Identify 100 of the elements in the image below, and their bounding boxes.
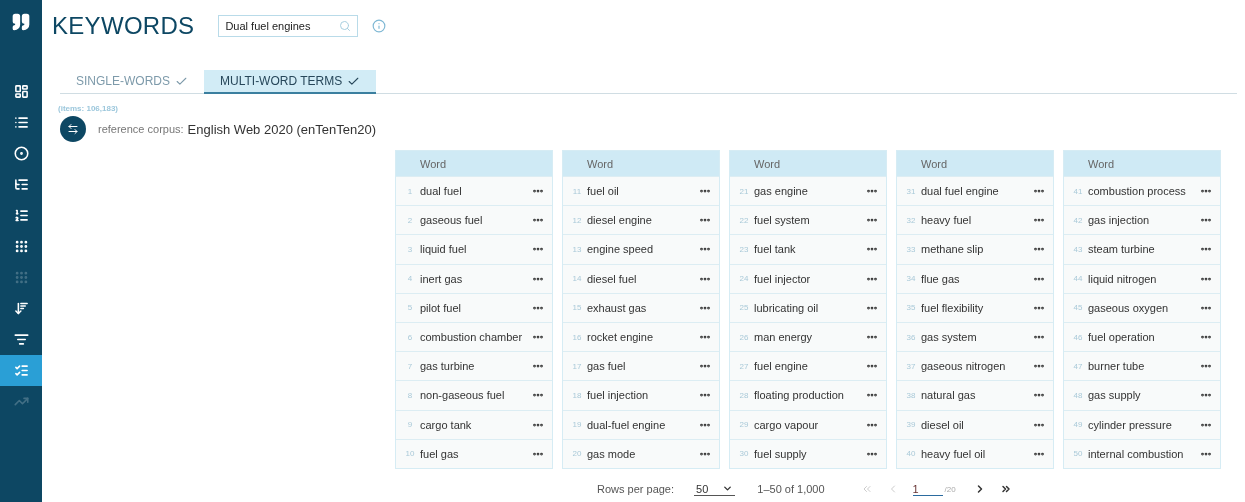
column-header: Word [396,151,552,176]
row-number: 32 [905,215,917,225]
row-number: 28 [738,390,750,400]
row-number: 31 [905,186,917,196]
swap-icon [67,123,79,135]
keyword: fuel injection [587,389,650,402]
row-number: 5 [406,303,414,313]
row-number: 12 [571,215,583,225]
swap-button[interactable] [60,116,86,142]
column-header: Word [897,151,1053,176]
row-number: 47 [1072,361,1084,371]
column-header: Word [563,151,719,176]
row-number: 46 [1072,332,1084,342]
row-number: 11 [571,186,583,196]
keyword: engine speed [587,243,655,256]
keyword: combustion process [1088,185,1187,198]
row-number: 49 [1072,420,1084,430]
row-number: 38 [905,390,917,400]
row-number: 37 [905,361,917,371]
keyword: gaseous oxygen [1088,301,1170,314]
keyword: gas injection [1088,214,1151,227]
row-number: 41 [1072,186,1084,196]
rows-per-page-label: Rows per page: [597,483,675,496]
row-number: 39 [905,420,917,430]
keyword: dual-fuel engine [587,418,667,431]
row-number: 15 [571,303,583,313]
logo-icon [11,12,31,32]
keyword: fuel supply [754,447,808,460]
keyword: fuel operation [1088,331,1156,344]
row-number: 20 [571,449,583,459]
row-number: 40 [905,449,917,459]
rows-per-page-select[interactable]: 50 [694,482,736,496]
keyword: heavy fuel [921,214,973,227]
keyword: floating production [754,389,845,402]
keyword: fuel system [754,214,811,227]
keyword: liquid fuel [420,243,468,256]
row-number: 16 [571,332,583,342]
keyword: fuel gas [420,447,460,460]
row-number: 29 [738,420,750,430]
search-field[interactable]: Dual fuel engines [218,15,359,37]
row-number: 34 [905,274,917,284]
row-number: 24 [738,274,750,284]
items-count: (items: 106,183) [58,104,120,113]
row-number: 4 [406,274,414,284]
row-number: 8 [406,390,414,400]
keyword: fuel oil [587,185,620,198]
page-title: KEYWORDS [52,12,195,40]
keyword: burner tube [1088,360,1146,373]
keyword: steam turbine [1088,243,1156,256]
keyword: dual fuel [420,185,463,198]
row-number: 35 [905,303,917,313]
row-number: 26 [738,332,750,342]
keyword: heavy fuel oil [921,447,987,460]
row-number: 44 [1072,274,1084,284]
keyword: inert gas [420,272,464,285]
keyword: fuel tank [754,243,797,256]
search-icon [339,20,352,32]
keyword: lubricating oil [754,301,820,314]
keyword: cylinder pressure [1088,418,1173,431]
row-number: 10 [404,449,416,459]
page-field[interactable]: 1 [912,482,943,496]
keyword: diesel engine [587,214,653,227]
keyword: methane slip [921,243,985,256]
column-header: Word [730,151,886,176]
row-number: 27 [738,361,750,371]
keyword: flue gas [921,272,961,285]
row-number: 22 [738,215,750,225]
keyword: cargo tank [420,418,473,431]
keyword: gas system [921,331,978,344]
row-number: 30 [738,449,750,459]
keyword: non-gaseous fuel [420,389,506,402]
reference-label: reference corpus: [98,123,184,135]
reference-corpus: English Web 2020 (enTenTen20) [187,121,376,137]
keyword: pilot fuel [420,301,462,314]
row-number: 36 [905,332,917,342]
keyword: exhaust gas [587,301,648,314]
keyword: internal combustion [1088,447,1185,460]
tab[interactable]: MULTI-WORD TERMS [204,70,377,94]
keyword: man energy [754,331,814,344]
row-number: 43 [1072,244,1084,254]
row-number: 6 [406,332,414,342]
row-number: 2 [406,215,414,225]
row-number: 21 [738,186,750,196]
row-number: 45 [1072,303,1084,313]
keyword: fuel injector [754,272,812,285]
row-number: 48 [1072,390,1084,400]
keyword: diesel oil [921,418,965,431]
row-number: 50 [1072,449,1084,459]
keyword: gas fuel [587,360,627,373]
row-number: 9 [406,420,414,430]
row-number: 19 [571,420,583,430]
range-text: 1–50 of 1,000 [757,483,825,496]
keyword: fuel flexibility [921,301,985,314]
row-number: 33 [905,244,917,254]
keyword: fuel engine [754,360,809,373]
row-number: 13 [571,244,583,254]
keyword: gas supply [1088,389,1142,402]
keyword: gaseous nitrogen [921,360,1007,373]
keyword: gas mode [587,447,637,460]
row-number: 3 [406,244,414,254]
